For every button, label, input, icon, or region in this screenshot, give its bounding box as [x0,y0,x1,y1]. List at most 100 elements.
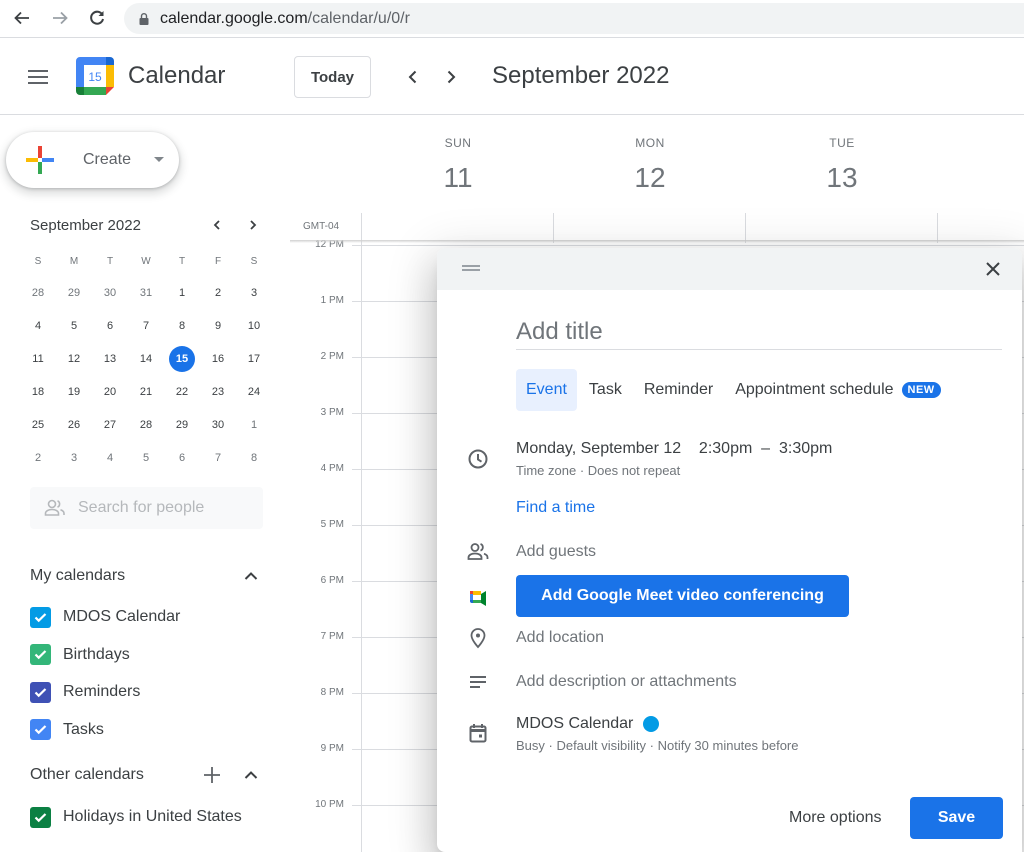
day-number[interactable]: 5 [133,445,159,471]
mini-calendar-day[interactable]: 22 [164,375,200,408]
day-number[interactable]: 7 [205,445,231,471]
collapse-my-calendars-button[interactable] [241,566,261,586]
mini-calendar-day[interactable]: 10 [236,309,272,342]
day-number[interactable]: 23 [205,379,231,405]
mini-calendar-day[interactable]: 27 [92,408,128,441]
mini-calendar-day[interactable]: 4 [20,309,56,342]
mini-calendar-day[interactable]: 6 [92,309,128,342]
mini-calendar-day[interactable]: 25 [20,408,56,441]
day-number[interactable]: 6 [97,313,123,339]
day-date-number[interactable]: 1 [938,162,1024,194]
mini-calendar-day[interactable]: 8 [164,309,200,342]
calendar-toggle-item[interactable]: Tasks [30,718,104,742]
mini-calendar-day[interactable]: 3 [56,441,92,474]
mini-calendar-day[interactable]: 20 [92,375,128,408]
mini-calendar-day[interactable]: 9 [200,309,236,342]
day-number[interactable]: 3 [61,445,87,471]
day-number[interactable]: 28 [133,412,159,438]
mini-calendar-day[interactable]: 19 [56,375,92,408]
mini-calendar-day[interactable]: 30 [200,408,236,441]
event-type-tab[interactable]: Task [579,369,632,411]
event-date[interactable]: Monday, September 12 [516,440,681,457]
day-number[interactable]: 25 [25,412,51,438]
calendar-toggle-item[interactable]: Reminders [30,680,140,704]
event-time-range[interactable]: 2:30pm – 3:30pm [699,440,832,457]
day-number[interactable]: 8 [169,313,195,339]
day-number[interactable]: 7 [133,313,159,339]
find-a-time-link[interactable]: Find a time [516,499,595,517]
day-number[interactable]: 5 [61,313,87,339]
next-period-button[interactable] [439,65,463,89]
day-number[interactable]: 30 [205,412,231,438]
drag-handle-icon[interactable] [462,264,480,272]
previous-period-button[interactable] [401,65,425,89]
mini-calendar-day[interactable]: 5 [56,309,92,342]
day-number[interactable]: 18 [25,379,51,405]
mini-calendar-day[interactable]: 29 [56,276,92,309]
day-number[interactable]: 2 [25,445,51,471]
mini-calendar-day[interactable]: 1 [164,276,200,309]
mini-calendar-day[interactable]: 29 [164,408,200,441]
search-people-field[interactable] [30,487,263,529]
today-button[interactable]: Today [294,56,371,98]
forward-button[interactable] [48,6,72,30]
mini-calendar-day[interactable]: 31 [128,276,164,309]
mini-calendar-day[interactable]: 13 [92,342,128,375]
day-date-number[interactable]: 11 [362,162,554,194]
save-button[interactable]: Save [910,797,1003,839]
calendar-checkbox[interactable] [30,806,51,828]
day-number[interactable]: 24 [241,379,267,405]
mini-calendar-day[interactable]: 6 [164,441,200,474]
create-button[interactable]: Create [6,132,179,188]
calendar-toggle-item[interactable]: Holidays in United States [30,805,242,829]
calendar-toggle-item[interactable]: Birthdays [30,643,130,667]
day-number[interactable]: 17 [241,346,267,372]
day-number[interactable]: 6 [169,445,195,471]
day-number[interactable]: 8 [241,445,267,471]
calendar-checkbox[interactable] [30,681,51,703]
event-datetime[interactable]: Monday, September 12 2:30pm – 3:30pm [516,440,832,458]
day-number[interactable]: 26 [61,412,87,438]
mini-calendar-day[interactable]: 16 [200,342,236,375]
mini-calendar-day[interactable]: 11 [20,342,56,375]
calendar-toggle-item[interactable]: MDOS Calendar [30,605,180,629]
event-type-tab[interactable]: Appointment schedule NEW [725,369,951,411]
day-number[interactable]: 11 [25,346,51,372]
calendar-checkbox[interactable] [30,719,51,740]
day-number[interactable]: 19 [61,379,87,405]
day-number[interactable]: 21 [133,379,159,405]
day-number[interactable]: 9 [205,313,231,339]
day-number[interactable]: 31 [133,280,159,306]
event-timezone-repeat[interactable]: Time zone · Does not repeat [516,463,680,478]
mini-calendar-day[interactable]: 2 [200,276,236,309]
event-type-tab[interactable]: Event [516,369,577,411]
mini-calendar-day[interactable]: 26 [56,408,92,441]
day-number[interactable]: 27 [97,412,123,438]
day-date-number[interactable]: 13 [746,162,938,194]
main-menu-button[interactable] [26,65,50,89]
mini-calendar-day[interactable]: 30 [92,276,128,309]
mini-calendar-day[interactable]: 4 [92,441,128,474]
collapse-other-calendars-button[interactable] [241,765,261,785]
day-number[interactable]: 4 [97,445,123,471]
mini-calendar-day[interactable]: 18 [20,375,56,408]
mini-calendar-day[interactable]: 8 [236,441,272,474]
day-number[interactable]: 14 [133,346,159,372]
calendar-checkbox[interactable] [30,644,51,665]
day-number[interactable]: 29 [169,412,195,438]
day-number[interactable]: 15 [169,345,195,372]
address-bar[interactable]: calendar.google.com/calendar/u/0/r [124,3,1024,34]
day-number[interactable]: 3 [241,280,267,306]
event-calendar-selector[interactable]: MDOS Calendar [516,715,660,733]
mini-calendar-day[interactable]: 12 [56,342,92,375]
day-number[interactable]: 2 [205,280,231,306]
mini-calendar-day[interactable]: 23 [200,375,236,408]
mini-calendar-day[interactable]: 3 [236,276,272,309]
mini-calendar-day[interactable]: 17 [236,342,272,375]
day-number[interactable]: 4 [25,313,51,339]
event-title-input[interactable] [516,314,1002,350]
day-number[interactable]: 20 [97,379,123,405]
day-number[interactable]: 30 [97,280,123,306]
mini-calendar-day[interactable]: 7 [200,441,236,474]
add-description-field[interactable]: Add description or attachments [516,673,737,691]
